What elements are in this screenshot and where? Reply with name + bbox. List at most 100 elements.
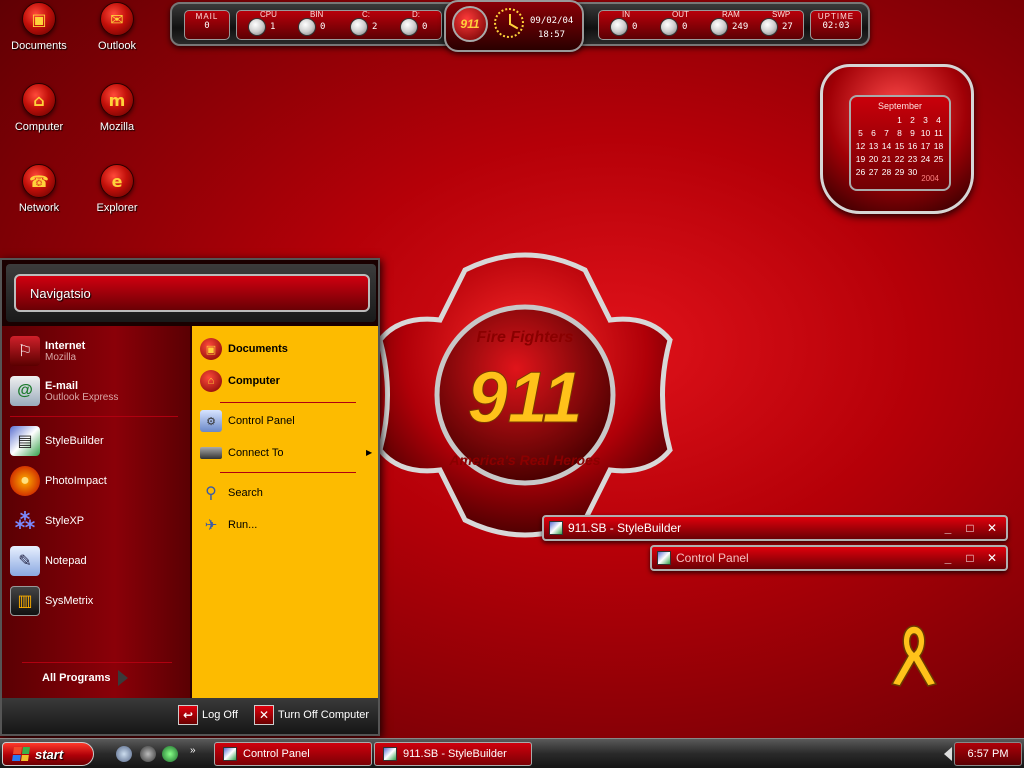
calendar-day[interactable]: 17 [919,140,932,153]
calendar-day[interactable]: 19 [854,153,867,166]
minimize-button[interactable]: _ [940,550,956,566]
places-item-search[interactable]: ⚲ Search [200,480,263,506]
swap-value: 27 [782,22,793,32]
recent-item-stylexp[interactable]: ⁂ StyleXP [10,504,84,538]
mail-monitor[interactable]: MAIL 0 [184,10,230,40]
calendar-day[interactable]: 28 [880,166,893,179]
search-icon: ⚲ [205,485,217,502]
stylebuilder-icon [549,521,563,535]
desktop-icon-label: Outlook [98,40,136,52]
calendar-day[interactable]: 25 [932,153,945,166]
clock-pod: 911 09/02/04 18:57 [444,0,584,52]
calendar-day[interactable]: 3 [919,114,932,127]
swap-gauge: SWP 27 [758,10,796,40]
desktop-icon-mozilla[interactable]: m Mozilla [82,83,152,133]
calendar-day[interactable]: 4 [932,114,945,127]
drive-d-label: D: [412,10,420,19]
control-panel-window[interactable]: Control Panel _ □ ✕ [650,545,1008,571]
calendar-day[interactable]: 24 [919,153,932,166]
recent-item-label: StyleXP [45,515,85,527]
calendar-day[interactable]: 10 [919,127,932,140]
pinned-item-internet[interactable]: ⚐ Internet Mozilla [10,334,85,368]
calendar-day[interactable]: 23 [906,153,919,166]
in-value: 0 [632,22,638,32]
calendar-day[interactable]: 11 [932,127,945,140]
pinned-item-subtitle: Mozilla [45,351,77,363]
all-programs-button[interactable]: All Programs [42,670,129,686]
menu-separator [220,402,356,403]
recent-item-sysmetrix[interactable]: ▥ SysMetrix [10,584,93,618]
quicklaunch-chevron-icon[interactable]: » [190,745,196,756]
media-player-icon[interactable] [140,746,156,762]
recent-item-label: Notepad [45,555,87,567]
desktop-icon-explorer[interactable]: e Explorer [82,164,152,214]
mozilla-icon: ⚐ [10,336,40,366]
stylebuilder-window[interactable]: 911.SB - StyleBuilder _ □ ✕ [542,515,1008,541]
computer-icon: ⌂ [22,83,56,117]
swap-dial-icon [760,18,778,36]
close-button[interactable]: ✕ [984,550,1000,566]
browser-quicklaunch-icon[interactable] [162,746,178,762]
calendar-day[interactable]: 18 [932,140,945,153]
calendar-day[interactable]: 14 [880,140,893,153]
maximize-button[interactable]: □ [962,550,978,566]
calendar-day[interactable]: 13 [867,140,880,153]
turn-off-button[interactable]: ✕ Turn Off Computer [254,705,369,725]
window-title: Control Panel [676,551,749,565]
pinned-item-email[interactable]: @ E-mail Outlook Express [10,374,118,408]
places-item-control-panel[interactable]: ⚙ Control Panel [200,408,295,434]
places-item-documents[interactable]: ▣ Documents [200,336,288,362]
calendar-day[interactable]: 1 [893,114,906,127]
desktop-icon-network[interactable]: ☎ Network [4,164,74,214]
calendar-day[interactable]: 15 [893,140,906,153]
ram-gauge: RAM 249 [708,10,748,40]
calendar-day[interactable]: 16 [906,140,919,153]
calendar-day[interactable]: 26 [854,166,867,179]
desktop-icon-label: Mozilla [99,121,135,133]
taskbar-button-control-panel[interactable]: Control Panel [214,742,372,766]
start-menu-programs-pane: ⚐ Internet Mozilla @ E-mail Outlook Expr… [2,326,190,698]
calendar-day[interactable]: 7 [880,127,893,140]
calendar-day[interactable]: 29 [893,166,906,179]
places-item-connect-to[interactable]: Connect To [200,440,283,466]
close-button[interactable]: ✕ [984,520,1000,536]
start-menu-places-pane: ▣ Documents ⌂ Computer ⚙ Control Panel C… [190,326,378,698]
calendar-day[interactable]: 12 [854,140,867,153]
taskbar-button-stylebuilder[interactable]: 911.SB - StyleBuilder [374,742,532,766]
places-item-run[interactable]: ✈ Run... [200,512,258,538]
desktop-icon-documents[interactable]: ▣ Documents [4,2,74,52]
tray-expand-icon[interactable] [944,747,952,761]
pinned-item-title: E-mail [45,379,79,392]
calendar-day[interactable]: 22 [893,153,906,166]
show-desktop-icon[interactable] [116,746,132,762]
maximize-button[interactable]: □ [962,520,978,536]
submenu-arrow-icon: ▶ [366,448,373,457]
places-item-label: Computer [228,375,280,387]
calendar-grid: 1 2 3 4 5 6 7 8 9 10 11 12 13 14 15 16 17 18 19 20 21 22 23 24 2… [854,114,946,179]
tray-clock[interactable]: 6:57 PM [968,748,1009,760]
recent-item-notepad[interactable]: ✎ Notepad [10,544,87,578]
in-gauge: IN 0 [608,10,646,40]
calendar-day[interactable]: 8 [893,127,906,140]
calendar-day[interactable]: 9 [906,127,919,140]
recent-item-photoimpact[interactable]: ● PhotoImpact [10,464,107,498]
out-dial-icon [660,18,678,36]
places-item-computer[interactable]: ⌂ Computer [200,368,280,394]
desktop-icon-label: Computer [14,121,64,133]
recent-item-stylebuilder[interactable]: ▤ StyleBuilder [10,424,104,458]
calendar-day[interactable]: 21 [880,153,893,166]
minimize-button[interactable]: _ [940,520,956,536]
desktop-icon-computer[interactable]: ⌂ Computer [4,83,74,133]
calendar-day[interactable]: 2 [906,114,919,127]
network-icon: ☎ [22,164,56,198]
ribbon-icon [890,625,938,687]
desktop-icon-outlook[interactable]: ✉ Outlook [82,2,152,52]
calendar-day[interactable]: 30 [906,166,919,179]
start-button[interactable]: start [2,742,94,766]
calendar-day[interactable]: 27 [867,166,880,179]
calendar-day[interactable]: 6 [867,127,880,140]
log-off-button[interactable]: ↩ Log Off [178,705,238,725]
calendar-day[interactable]: 20 [867,153,880,166]
menu-separator [10,416,178,417]
calendar-day[interactable]: 5 [854,127,867,140]
